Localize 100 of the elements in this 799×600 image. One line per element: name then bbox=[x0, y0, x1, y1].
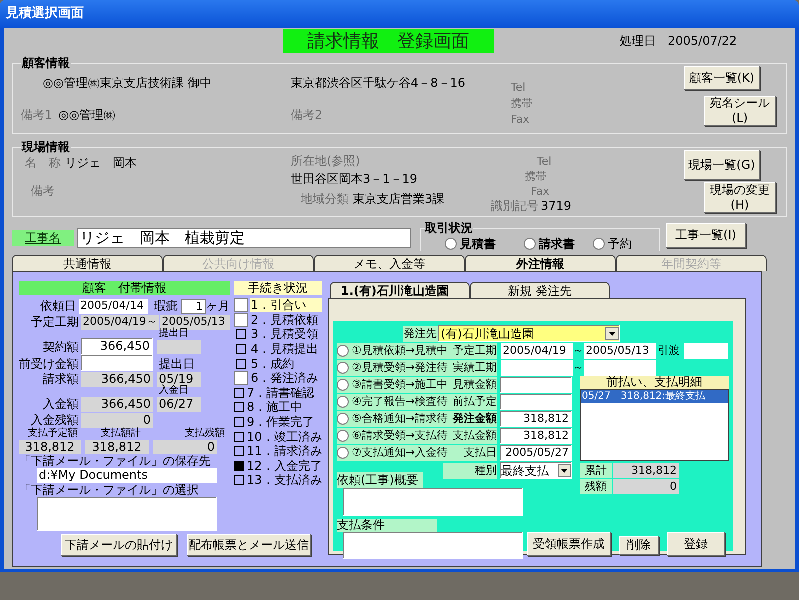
text-field[interactable]: 1 bbox=[180, 298, 206, 314]
label: 3719 bbox=[541, 199, 572, 214]
file-list[interactable] bbox=[37, 497, 217, 531]
text-field[interactable]: d:¥My Documents bbox=[37, 468, 217, 483]
text-field[interactable] bbox=[500, 394, 572, 410]
text-field[interactable] bbox=[501, 360, 573, 376]
text-field[interactable]: 366,450 bbox=[81, 396, 153, 412]
text-field[interactable]: 366,450 bbox=[81, 338, 153, 355]
label: 依頼日 bbox=[40, 299, 77, 313]
radio-button[interactable] bbox=[337, 430, 349, 442]
text-field[interactable]: 0 bbox=[153, 440, 217, 454]
text-field[interactable]: 05/19 bbox=[157, 372, 201, 386]
payment-list[interactable]: 05/27 318,812:最終支払 bbox=[580, 389, 729, 461]
text-field[interactable]: 06/27 bbox=[157, 396, 201, 412]
text-area[interactable] bbox=[343, 532, 523, 559]
button[interactable]: 現場一覧(G) bbox=[684, 150, 760, 180]
radio-button[interactable] bbox=[593, 238, 605, 250]
checkbox[interactable] bbox=[234, 298, 248, 312]
text-field[interactable]: 2005/04/19～ bbox=[81, 314, 159, 330]
label: 支払予定額 bbox=[27, 428, 79, 440]
tab[interactable]: 1.(有)石川滝山造園 bbox=[330, 282, 470, 298]
status-item: 13．支払済み bbox=[246, 473, 324, 488]
label: ⑥請求受領→支払待 bbox=[352, 428, 448, 444]
button[interactable]: 顧客一覧(K) bbox=[684, 66, 760, 90]
checkbox[interactable] bbox=[236, 329, 246, 340]
button[interactable]: 下請メールの貼付け bbox=[61, 534, 177, 556]
label: Fax bbox=[511, 112, 531, 128]
label: 2005/07/22 bbox=[668, 33, 738, 50]
label: 名 称 bbox=[25, 155, 61, 172]
text-field[interactable]: 318,812 bbox=[19, 440, 81, 454]
tab[interactable]: 共通情報 bbox=[12, 255, 163, 271]
text-field[interactable]: 0 bbox=[613, 479, 679, 494]
label: 支払金額 bbox=[453, 428, 497, 444]
button[interactable]: 現場の変更 (H) bbox=[704, 182, 776, 213]
text-field[interactable]: リジェ 岡本 植栽剪定 bbox=[77, 228, 411, 248]
text-field[interactable]: 366,450 bbox=[81, 372, 153, 386]
label: 依頼(工事)概要 bbox=[337, 472, 423, 488]
checkbox[interactable] bbox=[236, 344, 246, 354]
text-area[interactable] bbox=[343, 488, 523, 516]
status-item: 4．見積提出 bbox=[250, 342, 320, 356]
dropdown[interactable]: 最終支払 bbox=[500, 462, 572, 479]
radio-button[interactable] bbox=[445, 238, 457, 250]
button[interactable]: 受領帳票作成 bbox=[527, 532, 611, 556]
text-field[interactable]: 2005/05/13 bbox=[584, 343, 656, 359]
section-header: 手続き状況 bbox=[234, 281, 322, 295]
label: ◎◎管理㈱東京支店技術課 御中 bbox=[43, 75, 213, 92]
text-field[interactable]: 318,812 bbox=[500, 411, 572, 427]
tab[interactable]: 外注情報 bbox=[465, 255, 616, 271]
button[interactable]: 宛名シール (L) bbox=[704, 96, 776, 126]
label: 見積金額 bbox=[453, 377, 497, 393]
checkbox[interactable] bbox=[234, 460, 244, 471]
label: 予約 bbox=[608, 236, 632, 253]
list-item[interactable]: 05/27 318,812:最終支払 bbox=[581, 390, 728, 403]
text-field[interactable]: 2005/04/19 bbox=[501, 343, 573, 359]
radio-button[interactable] bbox=[524, 238, 536, 250]
radio-button[interactable] bbox=[337, 447, 349, 459]
checkbox[interactable] bbox=[234, 371, 248, 386]
checkbox[interactable] bbox=[234, 417, 244, 428]
checkbox[interactable] bbox=[234, 475, 244, 486]
button[interactable]: 工事一覧(I) bbox=[666, 223, 746, 248]
checkbox[interactable] bbox=[236, 358, 246, 369]
tab[interactable]: メモ、入金等 bbox=[314, 255, 465, 271]
field-label: 工事名 bbox=[12, 230, 74, 246]
radio-button[interactable] bbox=[337, 362, 349, 374]
button[interactable]: 削除 bbox=[619, 536, 659, 555]
label: ①見積依頼→見積中 bbox=[352, 343, 448, 359]
label: 東京都渋谷区千駄ケ谷4－8－16 bbox=[291, 75, 467, 92]
label: 携帯 bbox=[525, 169, 548, 184]
button[interactable]: 配布帳票とメール送信 bbox=[187, 534, 311, 556]
text-field[interactable] bbox=[684, 343, 728, 359]
text-field[interactable]: 318,812 bbox=[500, 428, 572, 444]
radio-button[interactable] bbox=[337, 345, 349, 357]
text-field[interactable] bbox=[81, 355, 153, 371]
text-field[interactable] bbox=[584, 360, 656, 376]
checkbox[interactable] bbox=[234, 432, 244, 442]
radio-button[interactable] bbox=[337, 379, 349, 391]
text-field[interactable] bbox=[157, 340, 201, 354]
label: ②見積受領→発注待 bbox=[352, 360, 448, 376]
text-field[interactable]: 318,812 bbox=[613, 463, 679, 478]
checkbox[interactable] bbox=[234, 446, 244, 456]
checkbox[interactable] bbox=[234, 402, 244, 412]
text-field[interactable]: 2005/04/14 bbox=[78, 298, 148, 314]
label: 提出日 bbox=[159, 357, 195, 371]
text-field[interactable]: 0 bbox=[81, 412, 153, 428]
text-field[interactable]: 318,812 bbox=[85, 440, 149, 454]
radio-button[interactable] bbox=[337, 396, 349, 408]
checkbox[interactable] bbox=[234, 388, 244, 398]
group-title: 顧客情報 bbox=[22, 56, 70, 70]
tab[interactable]: 新規 発注先 bbox=[470, 282, 610, 298]
label: 種別 bbox=[443, 462, 497, 478]
checkbox[interactable] bbox=[234, 312, 248, 327]
button[interactable]: 登録 bbox=[667, 532, 725, 556]
text-field[interactable]: 2005/05/27 bbox=[500, 445, 572, 461]
dropdown[interactable]: (有)石川滝山造園 bbox=[438, 325, 620, 342]
label: ⑦支払通知→入金待 bbox=[352, 445, 448, 461]
label: 支払条件 bbox=[337, 519, 437, 532]
label: 前払予定 bbox=[453, 394, 497, 410]
label: 「下請メール・ファイル」の保存先 bbox=[19, 454, 212, 468]
radio-button[interactable] bbox=[337, 413, 349, 425]
text-field[interactable] bbox=[500, 377, 572, 393]
